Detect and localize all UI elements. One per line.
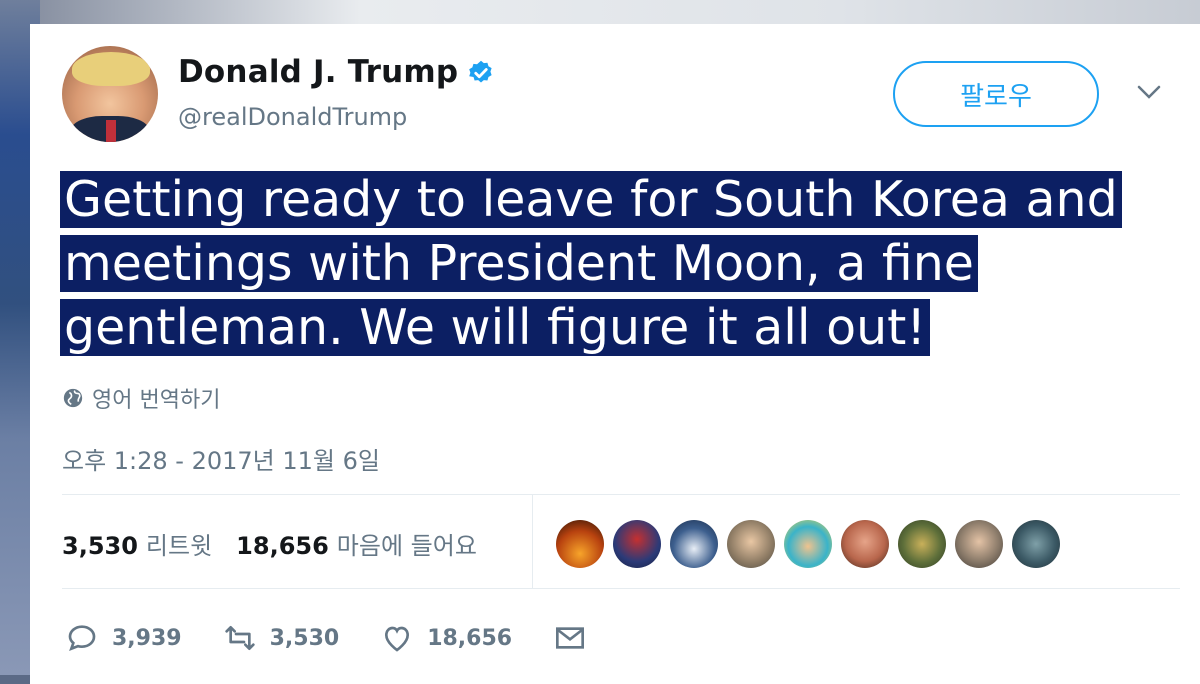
retweet-action-count: 3,530 — [269, 625, 340, 651]
translate-link[interactable]: 영어 번역하기 — [62, 382, 220, 414]
reply-icon — [68, 625, 96, 651]
verified-badge-icon — [469, 60, 492, 83]
retweet-icon — [224, 626, 255, 650]
like-action-count: 18,656 — [427, 625, 513, 651]
like-stat-label: 마음에 들어요 — [336, 532, 477, 560]
divider — [62, 494, 1180, 495]
divider — [62, 588, 1180, 589]
author-name[interactable]: Donald J. Trump — [178, 54, 458, 90]
liker-avatar[interactable] — [955, 520, 1003, 568]
avatar-tie — [106, 120, 116, 142]
avatar[interactable] — [62, 46, 158, 142]
translate-label[interactable]: 영어 번역하기 — [92, 382, 220, 414]
avatar-hair — [72, 52, 150, 86]
tweet-text-highlighted: Getting ready to leave for South Korea a… — [60, 171, 1122, 356]
tweet-text: Getting ready to leave for South Korea a… — [60, 168, 1150, 360]
reply-button[interactable]: 3,939 — [66, 622, 182, 654]
like-stat[interactable]: 18,656 마음에 들어요 — [236, 526, 477, 561]
tweet-actions: 3,939 3,530 18,656 — [66, 622, 642, 654]
like-count: 18,656 — [236, 532, 329, 560]
liker-avatar[interactable] — [670, 520, 718, 568]
background-top — [0, 0, 1200, 26]
liker-avatar[interactable] — [1012, 520, 1060, 568]
tweet-stats: 3,530 리트윗 18,656 마음에 들어요 — [62, 526, 477, 561]
globe-icon — [63, 388, 83, 408]
stats-separator — [532, 494, 533, 588]
retweet-count: 3,530 — [62, 532, 138, 560]
tweet-timestamp[interactable]: 오후 1:28 - 2017년 11월 6일 — [62, 441, 380, 476]
follow-button[interactable]: 팔로우 — [893, 61, 1099, 127]
liker-avatar[interactable] — [898, 520, 946, 568]
liker-avatar[interactable] — [556, 520, 604, 568]
likers-avatars — [556, 520, 1060, 568]
retweet-stat[interactable]: 3,530 리트윗 — [62, 526, 212, 561]
envelope-icon — [556, 627, 585, 649]
reply-count: 3,939 — [112, 625, 182, 651]
liker-avatar[interactable] — [841, 520, 889, 568]
retweet-button[interactable]: 3,530 — [224, 622, 340, 654]
retweet-stat-label: 리트윗 — [145, 532, 213, 560]
heart-icon — [385, 626, 410, 652]
chevron-down-icon[interactable] — [1136, 82, 1162, 102]
liker-avatar[interactable] — [727, 520, 775, 568]
liker-avatar[interactable] — [613, 520, 661, 568]
like-button[interactable]: 18,656 — [381, 622, 512, 654]
liker-avatar[interactable] — [784, 520, 832, 568]
message-button[interactable] — [554, 622, 600, 654]
author-handle[interactable]: @realDonaldTrump — [178, 103, 407, 131]
